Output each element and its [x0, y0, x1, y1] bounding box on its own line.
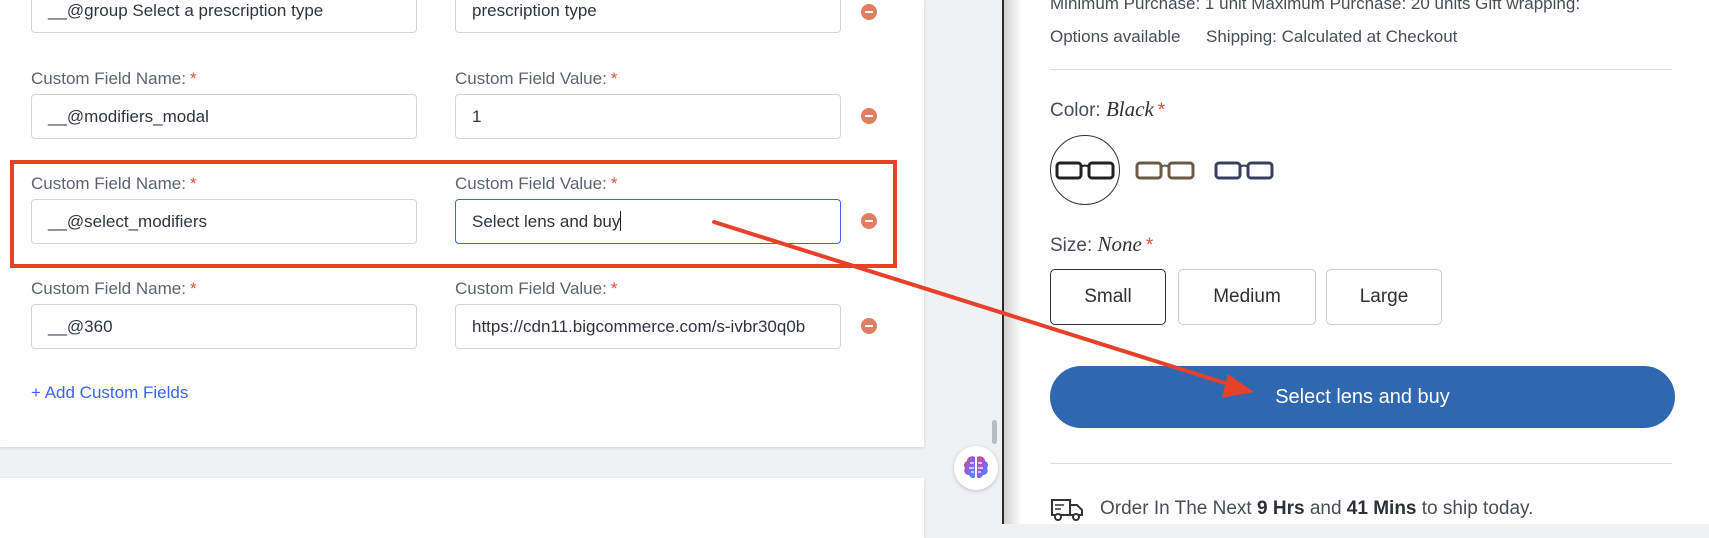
shipping-text: Shipping: Calculated at Checkout [1206, 27, 1458, 46]
gift-wrapping-value: Options available [1050, 27, 1181, 46]
color-swatch-black[interactable] [1050, 135, 1120, 205]
custom-field-value-input[interactable]: prescription type [455, 0, 841, 33]
input-value: __@group Select a prescription type [48, 1, 324, 20]
custom-field-name-input[interactable]: __@modifiers_modal [31, 94, 417, 139]
custom-field-value-label: Custom Field Value: * [455, 69, 618, 88]
custom-field-name-input[interactable]: __@group Select a prescription type [31, 0, 417, 33]
input-value: 1 [472, 107, 482, 126]
select-lens-and-buy-button[interactable]: Select lens and buy [1050, 366, 1675, 428]
add-custom-fields-link[interactable]: + Add Custom Fields [31, 383, 188, 403]
remove-field-icon[interactable] [861, 4, 877, 20]
divider [1050, 463, 1672, 464]
size-button-small[interactable]: Small [1050, 269, 1166, 325]
input-value: prescription type [472, 1, 597, 20]
scrollbar-thumb[interactable] [992, 420, 997, 444]
size-button-medium[interactable]: Medium [1178, 269, 1316, 325]
glasses-icon [1135, 161, 1195, 180]
remove-field-icon[interactable] [861, 318, 877, 334]
custom-field-name-label: Custom Field Name: * [31, 69, 197, 88]
custom-field-value-input[interactable]: https://cdn11.bigcommerce.com/s-ivbr30q0… [455, 304, 841, 349]
input-value: __@360 [48, 317, 113, 336]
input-value: https://cdn11.bigcommerce.com/s-ivbr30q0… [472, 317, 806, 336]
input-value: __@modifiers_modal [48, 107, 209, 126]
storefront-panel [1004, 0, 1709, 524]
size-button-large[interactable]: Large [1326, 269, 1442, 325]
glasses-icon [1055, 161, 1115, 180]
divider [1050, 69, 1672, 70]
glasses-icon [1214, 161, 1274, 180]
remove-field-icon[interactable] [861, 108, 877, 124]
annotation-highlight-box [10, 160, 897, 268]
color-swatch-tortoise[interactable] [1130, 135, 1200, 205]
purchase-limits-text: Minimum Purchase: 1 unit Maximum Purchas… [1050, 0, 1581, 13]
color-option-label: Color: Black * [1050, 97, 1166, 121]
custom-field-value-label: Custom Field Value: * [455, 279, 618, 298]
custom-field-value-input[interactable]: 1 [455, 94, 841, 139]
scrollbar[interactable] [990, 0, 999, 447]
panel-divider-shadow [1004, 0, 1022, 524]
custom-field-name-label: Custom Field Name: * [31, 279, 197, 298]
ship-countdown-text: Order In The Next 9 Hrs and 41 Mins to s… [1100, 498, 1534, 519]
custom-field-name-input[interactable]: __@360 [31, 304, 417, 349]
brain-assistant-button[interactable] [954, 446, 998, 490]
brain-icon [963, 456, 989, 479]
next-section-card [0, 478, 924, 538]
size-option-label: Size: None * [1050, 232, 1154, 256]
delivery-truck-icon [1051, 499, 1083, 521]
color-swatch-navy[interactable] [1209, 135, 1279, 205]
